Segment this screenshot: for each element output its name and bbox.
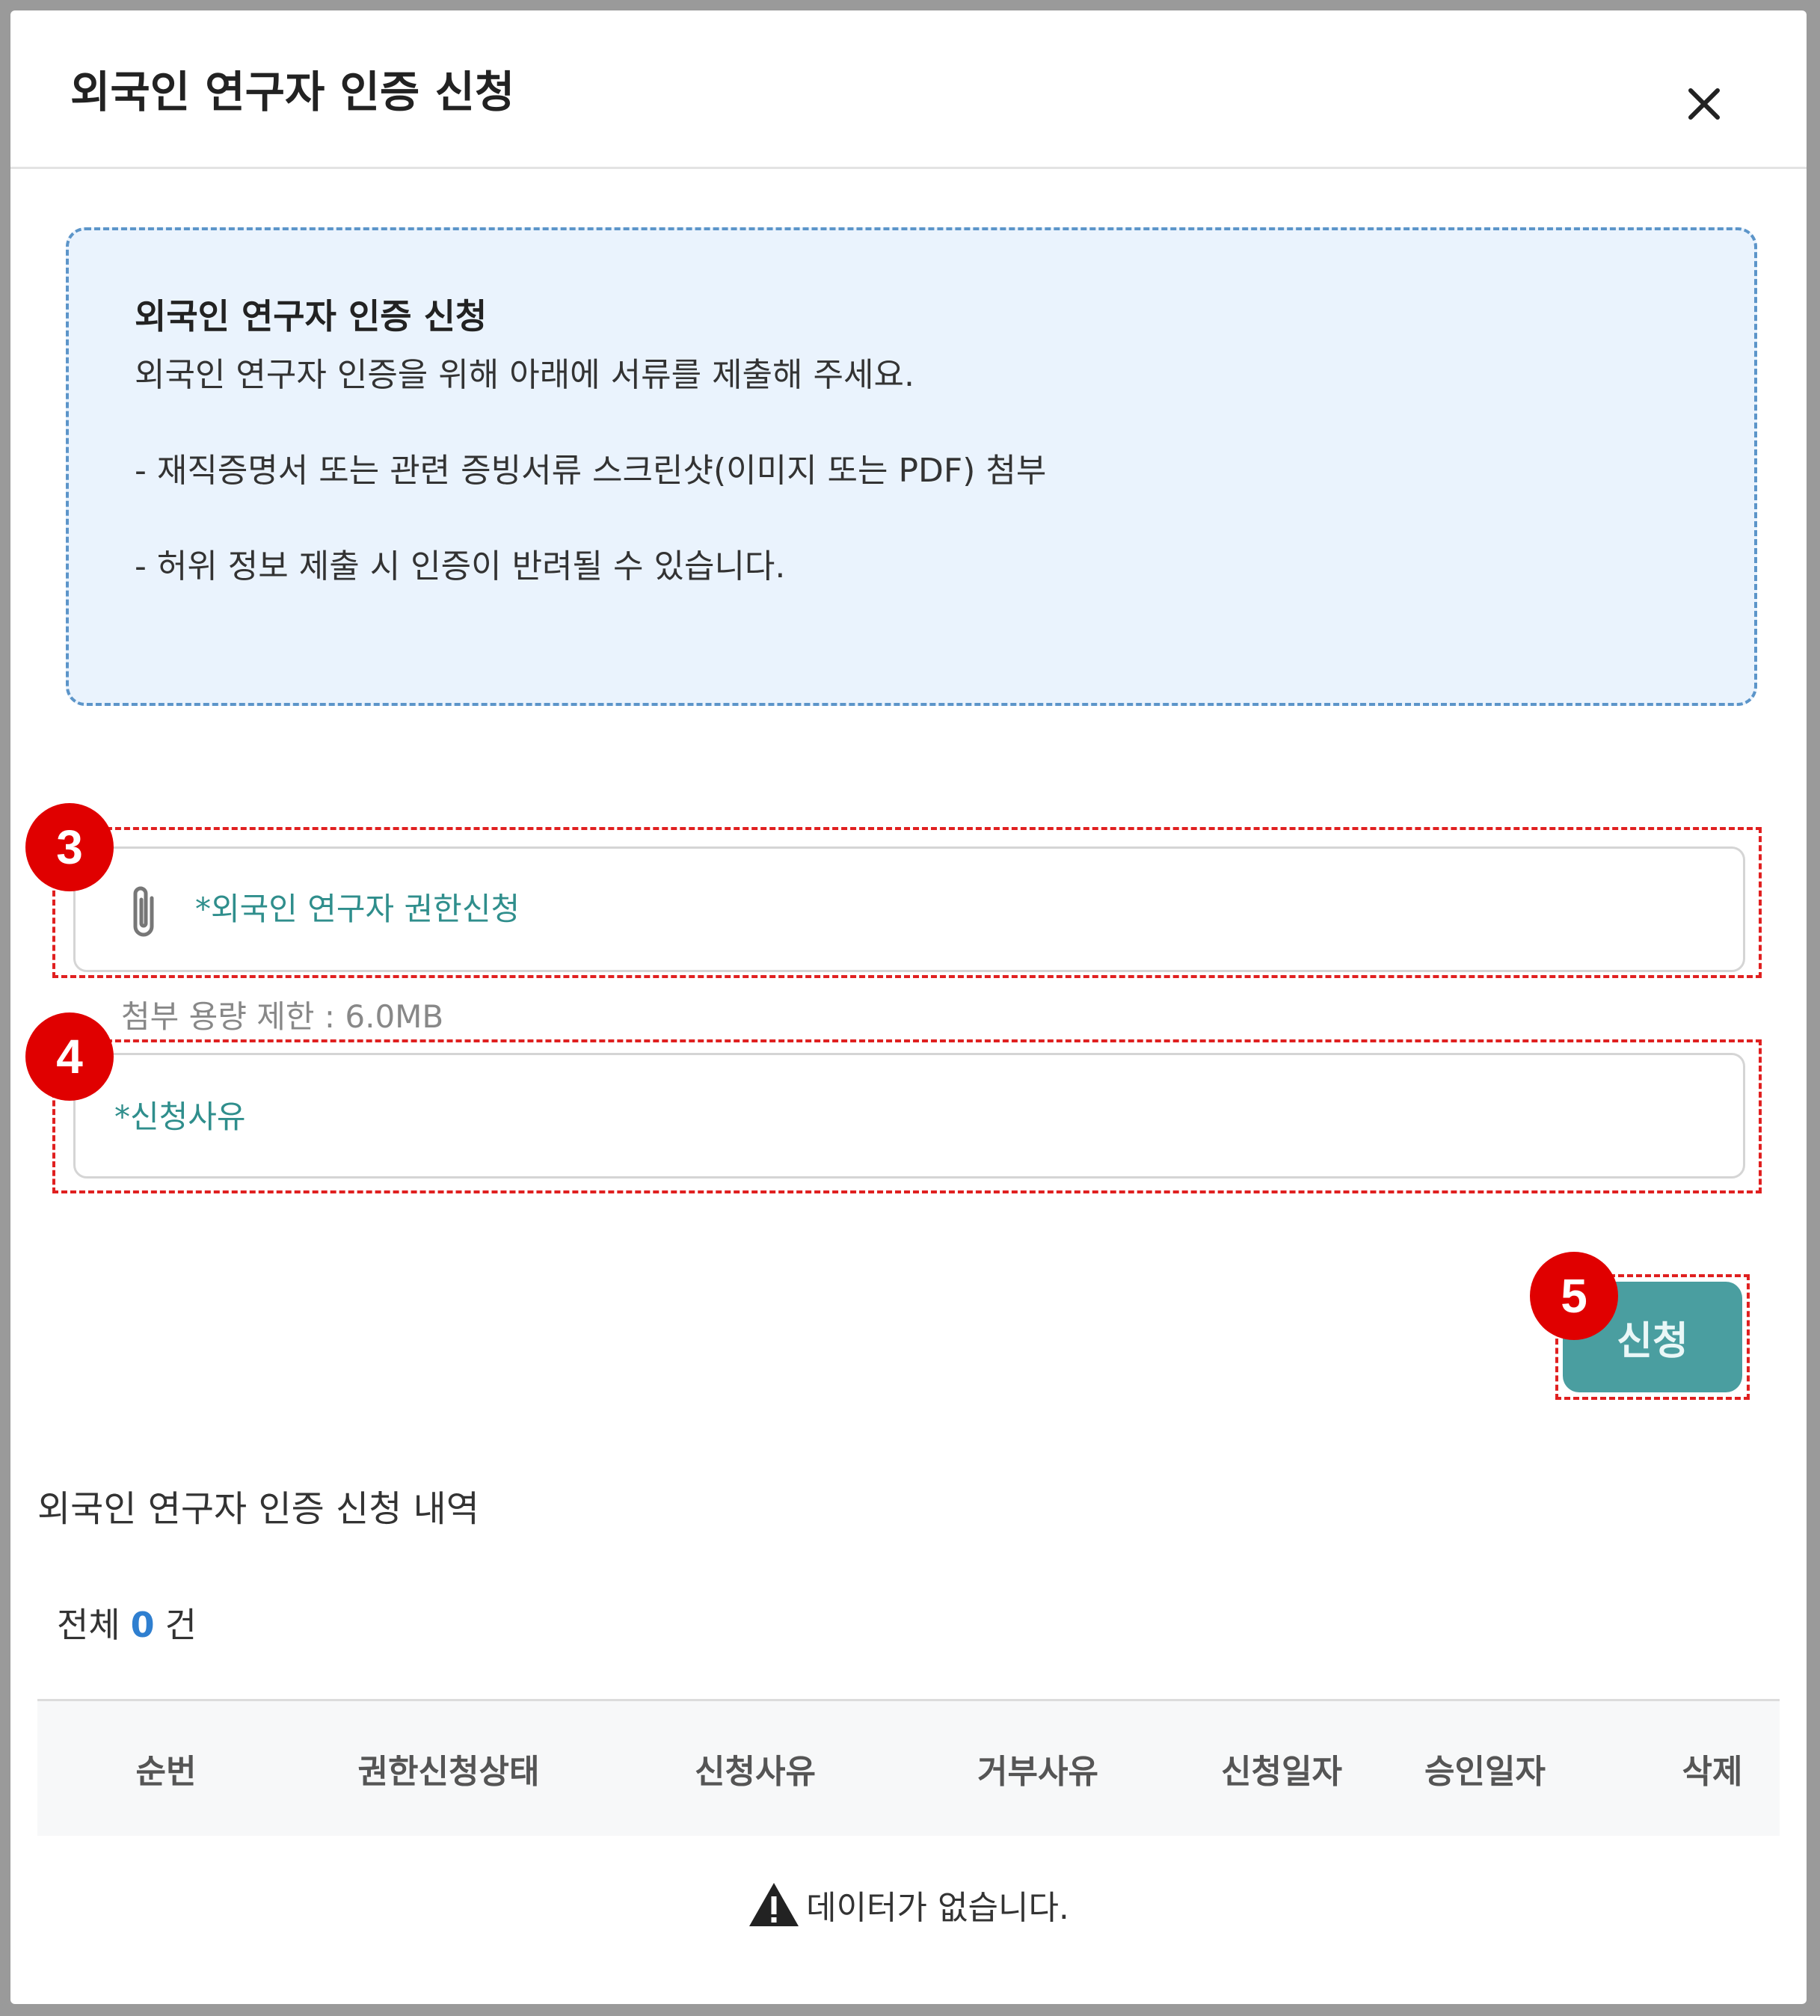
notice-title: 외국인 연구자 인증 신청	[135, 296, 488, 336]
column-header-approve-date: 승인일자	[1424, 1753, 1546, 1791]
attachment-limit-text: 첨부 용량 제한 : 6.0MB	[121, 998, 444, 1035]
step-marker-4: 4	[25, 1012, 114, 1101]
close-icon	[1688, 88, 1720, 120]
paperclip-icon	[133, 886, 154, 937]
reason-field[interactable]	[73, 1053, 1745, 1178]
table-header: 순번 권한신청상태 신청사유 거부사유 신청일자 승인일자 삭제	[37, 1701, 1780, 1836]
step-marker-3: 3	[25, 803, 114, 891]
notice-line: 외국인 연구자 인증을 위해 아래에 서류를 제출해 주세요.	[135, 356, 914, 394]
empty-state: 데이터가 없습니다.	[37, 1881, 1780, 1929]
column-header-status: 권한신청상태	[357, 1753, 540, 1791]
step-marker-5: 5	[1530, 1252, 1618, 1340]
column-header-apply-date: 신청일자	[1221, 1753, 1342, 1791]
total-prefix: 전체	[57, 1605, 120, 1645]
notice-line: - 재직증명서 또는 관련 증빙서류 스크린샷(이미지 또는 PDF) 첨부	[135, 452, 1047, 490]
modal-header: 외국인 연구자 인증 신청	[10, 10, 1807, 169]
column-header-reason: 신청사유	[695, 1753, 816, 1791]
close-button[interactable]	[1670, 70, 1738, 138]
column-header-delete: 삭제	[1682, 1753, 1743, 1791]
notice-box: 외국인 연구자 인증 신청 외국인 연구자 인증을 위해 아래에 서류를 제출해…	[66, 227, 1757, 706]
attachment-field[interactable]: *외국인 연구자 권한신청	[73, 846, 1745, 972]
warning-icon	[749, 1883, 799, 1926]
history-title: 외국인 연구자 인증 신청 내역	[37, 1488, 479, 1530]
total-count: 전체 0 건	[57, 1608, 197, 1642]
certification-modal: 외국인 연구자 인증 신청 외국인 연구자 인증 신청 외국인 연구자 인증을 …	[10, 10, 1807, 2004]
column-header-index: 순번	[135, 1753, 197, 1791]
reason-input[interactable]	[113, 1055, 1709, 1178]
column-header-reject-reason: 거부사유	[977, 1753, 1098, 1791]
attachment-placeholder: *외국인 연구자 권한신청	[195, 891, 520, 927]
history-table: 순번 권한신청상태 신청사유 거부사유 신청일자 승인일자 삭제 데이터가 없습…	[37, 1699, 1780, 1927]
modal-title: 외국인 연구자 인증 신청	[70, 67, 515, 117]
empty-text: 데이터가 없습니다.	[806, 1889, 1069, 1927]
total-suffix: 건	[165, 1605, 197, 1645]
total-count-value: 0	[130, 1605, 155, 1645]
notice-line: - 허위 정보 제출 시 인증이 반려될 수 있습니다.	[135, 547, 786, 586]
